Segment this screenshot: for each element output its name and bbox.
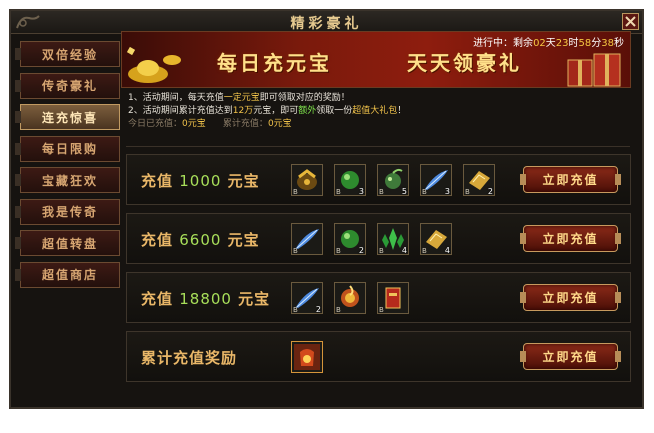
reward-item[interactable]: B2 <box>334 223 366 255</box>
sidebar-item-i-am-legend[interactable]: 我是传奇 <box>15 198 120 225</box>
rule-line-1: 1、活动期间，每天充值一定元宝即可领取对应的奖励！ <box>128 93 350 103</box>
reward-items: B B3 B5 B3 B2 <box>291 164 495 196</box>
tier-label: 充值 1000 元宝 <box>141 172 260 190</box>
reward-item[interactable] <box>291 341 323 373</box>
window-title: 精彩豪礼 <box>290 16 363 32</box>
reward-item[interactable]: B <box>377 282 409 314</box>
reward-item[interactable]: B2 <box>463 164 495 196</box>
reward-item[interactable]: B5 <box>377 164 409 196</box>
reward-item[interactable]: B4 <box>377 223 409 255</box>
recharge-button[interactable]: 立即充值 <box>520 166 621 193</box>
divider <box>126 146 630 147</box>
sidebar: 双倍经验 传奇豪礼 连充惊喜 每日限购 宝藏狂欢 我是传奇 超值转盘 超值商店 <box>15 41 120 293</box>
reward-items: B B2 B4 B4 <box>291 223 452 255</box>
banner-left-text: 每日充元宝 <box>217 51 332 75</box>
sidebar-item-value-wheel[interactable]: 超值转盘 <box>15 230 120 256</box>
reward-item[interactable]: B <box>291 223 323 255</box>
tier-label: 充值 18800 元宝 <box>141 290 271 308</box>
sidebar-item-treasure-carnival[interactable]: 宝藏狂欢 <box>15 167 120 193</box>
tier-label: 累计充值奖励 <box>141 349 238 367</box>
reward-item[interactable]: B2 <box>291 282 323 314</box>
sidebar-item-value-shop[interactable]: 超值商店 <box>15 261 120 288</box>
tier-row-1000: 充值 1000 元宝 B B3 B5 B3 B2 立即充值 <box>126 154 631 205</box>
banner-right-text: 天天领豪礼 <box>407 51 522 75</box>
sidebar-item-daily-limit[interactable]: 每日限购 <box>15 135 120 162</box>
event-banner: 每日充元宝 天天领豪礼 进行中：剩余02天23时58分38秒 <box>121 31 631 88</box>
event-rules: 1、活动期间，每天充值一定元宝即可领取对应的奖励！ 2、活动期间累计充值达到12… <box>128 92 628 131</box>
treasure-bag-icon <box>294 344 320 370</box>
close-icon <box>625 16 636 27</box>
close-button[interactable] <box>622 13 639 30</box>
tier-row-6600: 充值 6600 元宝 B B2 B4 B4 立即充值 <box>126 213 631 264</box>
reward-items <box>291 341 323 373</box>
reward-item[interactable]: B <box>291 164 323 196</box>
tier-row-cumulative: 累计充值奖励 立即充值 <box>126 331 631 382</box>
recharge-button[interactable]: 立即充值 <box>520 343 621 370</box>
gift-box-icon <box>567 53 621 87</box>
reward-item[interactable]: B4 <box>420 223 452 255</box>
recharge-button[interactable]: 立即充值 <box>520 284 621 311</box>
sidebar-item-double-exp[interactable]: 双倍经验 <box>15 41 120 67</box>
recharge-button[interactable]: 立即充值 <box>520 225 621 252</box>
countdown: 进行中：剩余02天23时58分38秒 <box>473 38 624 49</box>
tier-row-18800: 充值 18800 元宝 B2 B B 立即充值 <box>126 272 631 323</box>
recharge-status: 今日已充值：0元宝 累计充值：0元宝 <box>128 119 292 129</box>
gold-ingot-icon <box>126 46 181 83</box>
reward-items: B2 B B <box>291 282 409 314</box>
reward-item[interactable]: B3 <box>334 164 366 196</box>
sidebar-item-legend-gift[interactable]: 传奇豪礼 <box>15 72 120 99</box>
sidebar-item-recharge-surprise[interactable]: 连充惊喜 <box>15 104 120 130</box>
reward-item[interactable]: B3 <box>420 164 452 196</box>
rule-line-2: 2、活动期间累计充值达到12万元宝，即可额外领取一份超值大礼包！ <box>128 106 407 116</box>
reward-item[interactable]: B <box>334 282 366 314</box>
tier-label: 充值 6600 元宝 <box>141 231 260 249</box>
